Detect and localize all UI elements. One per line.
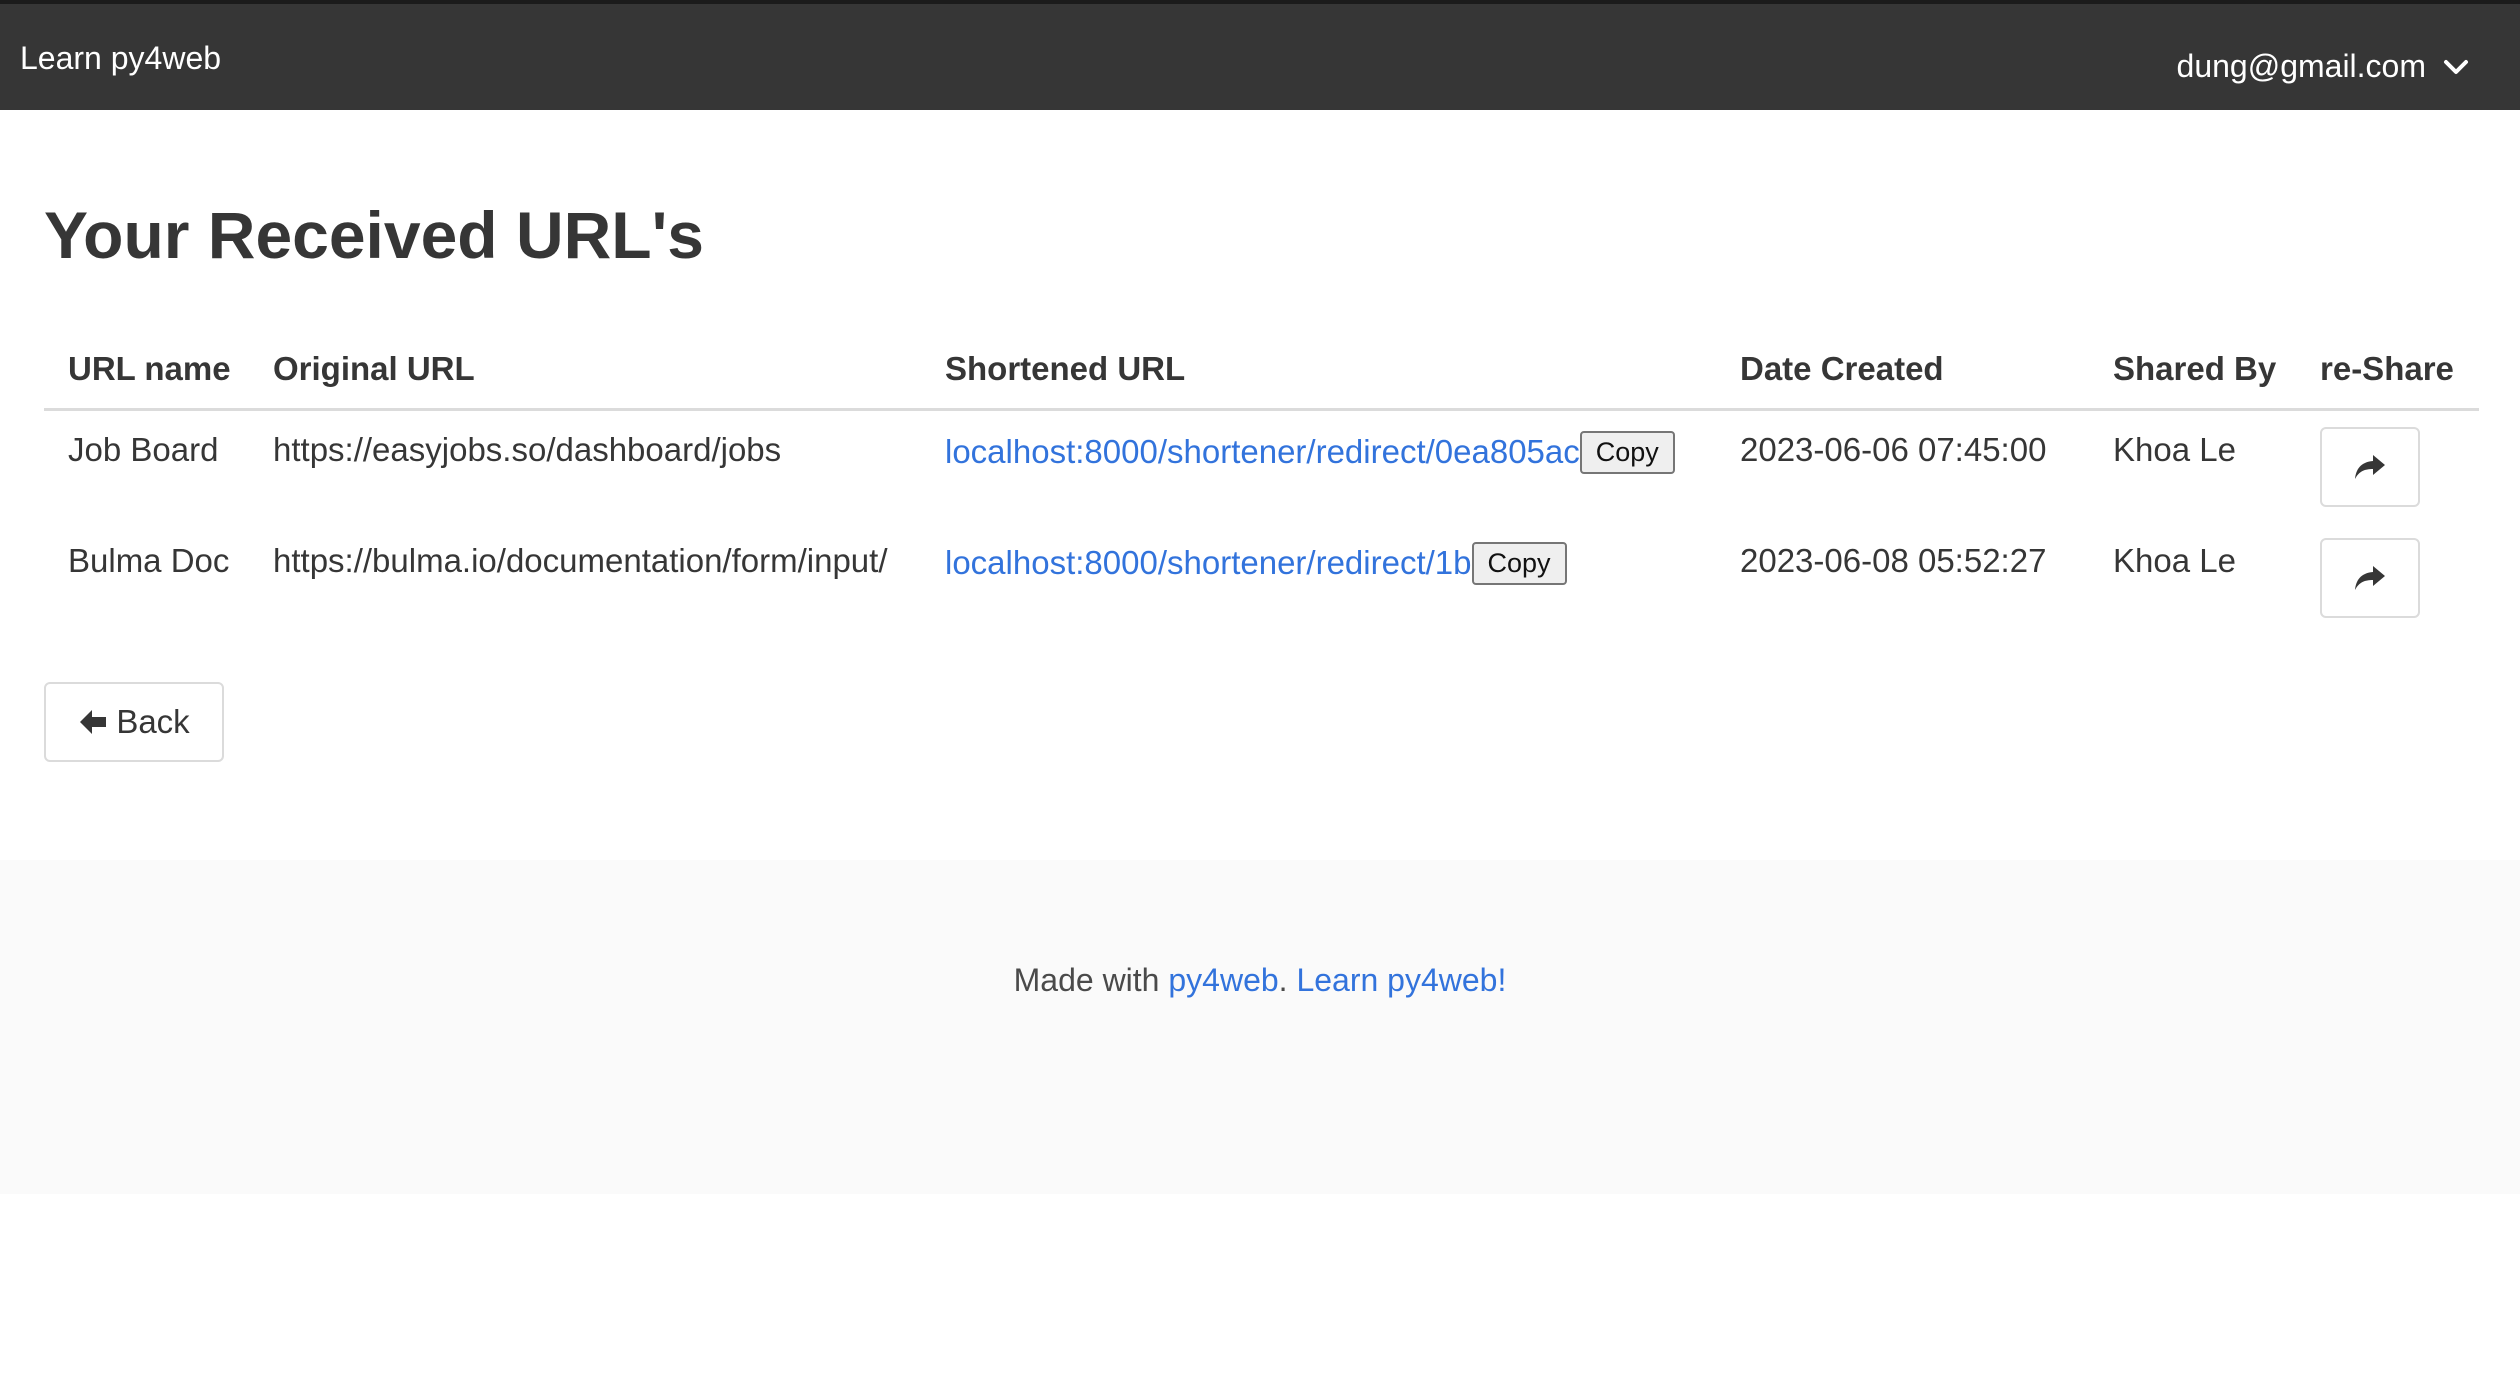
reshare-button[interactable] — [2320, 427, 2420, 507]
shortened-url-cell: localhost:8000/shortener/redirect/1b Copy — [921, 522, 1716, 634]
received-urls-table: URL name Original URL Shortened URL Date… — [44, 330, 2479, 634]
reshare-cell — [2296, 522, 2479, 634]
table-row: Job Board https://easyjobs.so/dashboard/… — [44, 410, 2479, 522]
original-url-cell: https://bulma.io/documentation/form/inpu… — [273, 541, 888, 579]
column-header-original-url: Original URL — [249, 330, 921, 411]
footer-py4web-link[interactable]: py4web — [1168, 962, 1278, 998]
share-arrow-icon — [2355, 455, 2385, 479]
column-header-shortened-url: Shortened URL — [921, 330, 1716, 411]
original-url-cell: https://easyjobs.so/dashboard/jobs — [273, 431, 782, 468]
navbar: Learn py4web dung@gmail.com — [0, 0, 2520, 110]
url-name-cell: Job Board — [68, 431, 219, 468]
column-header-date-created: Date Created — [1716, 330, 2089, 411]
shared-by-cell: Khoa Le — [2113, 541, 2236, 579]
shortened-url-link[interactable]: localhost:8000/shortener/redirect/1b — [945, 544, 1472, 581]
back-button-label: Back — [116, 703, 190, 740]
reshare-button[interactable] — [2320, 537, 2420, 618]
chevron-down-icon[interactable] — [2442, 57, 2470, 77]
reshare-cell — [2296, 410, 2479, 522]
copy-button[interactable]: Copy — [1471, 541, 1567, 585]
user-menu-dropdown[interactable]: dung@gmail.com — [2177, 48, 2470, 85]
shortened-url-cell: localhost:8000/shortener/redirect/0ea805… — [921, 410, 1716, 522]
column-header-shared-by: Shared By — [2089, 330, 2296, 411]
footer-prefix: Made with — [1013, 962, 1169, 998]
user-email[interactable]: dung@gmail.com — [2177, 48, 2426, 85]
footer-text: Made with py4web. Learn py4web! — [0, 962, 2520, 999]
footer: Made with py4web. Learn py4web! — [0, 860, 2520, 1194]
shortened-url-link[interactable]: localhost:8000/shortener/redirect/0ea805… — [945, 433, 1580, 470]
column-header-url-name: URL name — [44, 330, 249, 411]
navbar-brand[interactable]: Learn py4web — [20, 40, 221, 77]
footer-separator: . — [1278, 962, 1297, 998]
date-created-cell: 2023-06-06 07:45:00 — [1740, 431, 2047, 468]
page-title: Your Received URL's — [44, 198, 704, 272]
url-name-cell: Bulma Doc — [68, 541, 230, 579]
column-header-reshare: re-Share — [2296, 330, 2479, 411]
table-header-row: URL name Original URL Shortened URL Date… — [44, 330, 2479, 411]
date-created-cell: 2023-06-08 05:52:27 — [1740, 541, 2047, 579]
copy-button[interactable]: Copy — [1579, 431, 1675, 474]
footer-learn-link[interactable]: Learn py4web! — [1296, 962, 1506, 998]
shared-by-cell: Khoa Le — [2113, 431, 2236, 468]
table-row: Bulma Doc https://bulma.io/documentation… — [44, 522, 2479, 634]
share-arrow-icon — [2355, 565, 2385, 590]
back-button[interactable]: Back — [44, 682, 224, 762]
arrow-left-icon — [80, 710, 107, 734]
